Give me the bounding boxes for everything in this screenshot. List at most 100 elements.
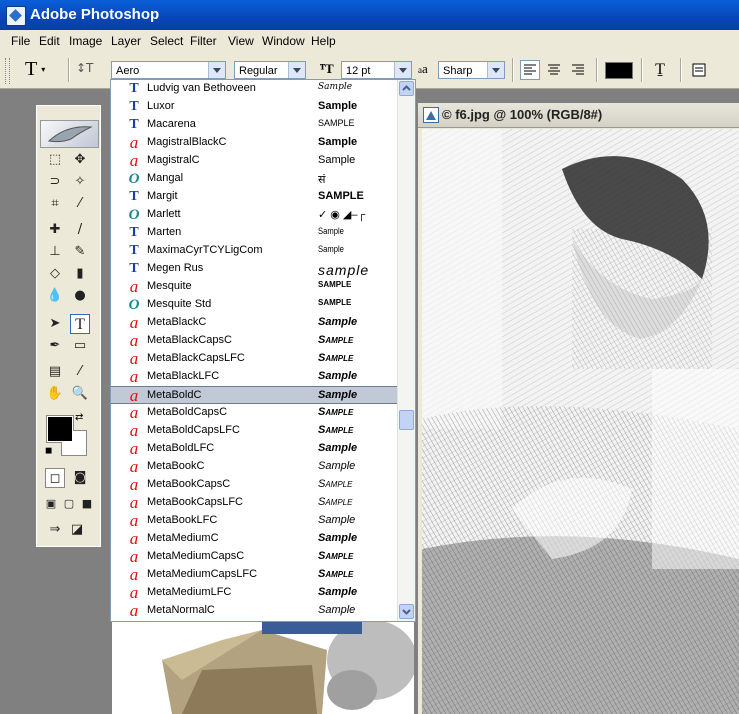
blur-tool-icon[interactable]: 💧: [45, 286, 65, 306]
chevron-down-icon[interactable]: [487, 62, 504, 78]
zoom-tool-icon[interactable]: 🔍: [70, 384, 90, 404]
standard-mode-icon[interactable]: ◻: [45, 468, 65, 488]
type-tool-preset-button[interactable]: T ▾: [25, 59, 45, 79]
menu-layer[interactable]: Layer: [111, 34, 141, 48]
swap-colors-icon[interactable]: ⇄: [75, 412, 83, 423]
antialias-select[interactable]: Sharp: [438, 61, 505, 79]
font-list-item[interactable]: a MagistralBlackC Sample: [111, 134, 397, 152]
font-list-item[interactable]: O Mangal सं: [111, 170, 397, 188]
font-family-select[interactable]: Aero: [111, 61, 226, 79]
scroll-up-button[interactable]: [399, 81, 414, 96]
imageready-icon[interactable]: ◪: [67, 520, 87, 540]
shape-tool-icon[interactable]: ▭: [70, 336, 90, 356]
stamp-tool-icon[interactable]: ⊥: [45, 242, 65, 262]
screen-mode-standard-icon[interactable]: ▣: [41, 494, 61, 514]
font-list-item[interactable]: a MetaNormalC Sample: [111, 602, 397, 620]
move-tool-icon[interactable]: ✥: [70, 150, 90, 170]
align-center-button[interactable]: [545, 61, 565, 81]
scroll-down-button[interactable]: [399, 604, 414, 619]
warp-text-button[interactable]: Ṯ: [650, 60, 670, 80]
font-list-item[interactable]: a MetaBlackC Sample: [111, 314, 397, 332]
scrollbar-thumb[interactable]: [399, 410, 414, 430]
font-list-item[interactable]: a MagistralC Sample: [111, 152, 397, 170]
font-list-item[interactable]: T Macarena SAMPLE: [111, 116, 397, 134]
font-list-item[interactable]: a MetaBookC Sample: [111, 458, 397, 476]
chevron-down-icon[interactable]: [288, 62, 305, 78]
quick-mask-mode-icon[interactable]: ◙: [70, 468, 90, 488]
font-list-item[interactable]: a MetaMediumLFC Sample: [111, 584, 397, 602]
pen-tool-icon[interactable]: ✒: [45, 336, 65, 356]
gradient-tool-icon[interactable]: ▮: [70, 264, 90, 284]
font-list-item[interactable]: T Ludvig van Bethoveen Sample: [111, 80, 397, 98]
options-bar-grip[interactable]: [5, 58, 10, 84]
vertical-scrollbar[interactable]: [397, 80, 415, 621]
text-color-swatch[interactable]: [605, 62, 633, 79]
menu-file[interactable]: File: [11, 34, 30, 48]
font-list-item[interactable]: a MetaBlackCapsC Sample: [111, 332, 397, 350]
menu-view[interactable]: View: [228, 34, 254, 48]
menu-select[interactable]: Select: [150, 34, 183, 48]
font-list-item[interactable]: T Luxor Sample: [111, 98, 397, 116]
font-list-item[interactable]: a MetaMediumCapsC Sample: [111, 548, 397, 566]
eraser-tool-icon[interactable]: ◇: [45, 264, 65, 284]
palettes-button[interactable]: [690, 61, 710, 81]
hand-tool-icon[interactable]: ✋: [45, 384, 65, 404]
screen-mode-menu-icon[interactable]: ▢: [59, 494, 79, 514]
menu-window[interactable]: Window: [262, 34, 305, 48]
slice-tool-icon[interactable]: ⁄: [70, 194, 90, 214]
dodge-tool-icon[interactable]: ●: [70, 286, 90, 306]
eyedropper-tool-icon[interactable]: ⁄: [70, 362, 90, 382]
font-list-item[interactable]: a MetaBookLFC Sample: [111, 512, 397, 530]
document-title-bar[interactable]: © f6.jpg @ 100% (RGB/8#): [418, 103, 739, 128]
document-canvas[interactable]: [422, 129, 739, 714]
menu-help[interactable]: Help: [311, 34, 336, 48]
photoshop-app-icon[interactable]: [6, 6, 26, 26]
text-orientation-icon[interactable]: ↕T: [76, 61, 96, 81]
brush-tool-icon[interactable]: /: [70, 220, 90, 240]
font-list-item[interactable]: a MetaBlackCapsLFC Sample: [111, 350, 397, 368]
lasso-tool-icon[interactable]: ⊃: [45, 172, 65, 192]
font-list-item[interactable]: a MetaBoldC Sample: [111, 386, 397, 404]
font-list-item[interactable]: a MetaMediumCapsLFC Sample: [111, 566, 397, 584]
path-selection-tool-icon[interactable]: ➤: [45, 314, 65, 334]
font-list-item[interactable]: a MetaBoldLFC Sample: [111, 440, 397, 458]
font-list-item[interactable]: T Margit SAMPLE: [111, 188, 397, 206]
history-brush-tool-icon[interactable]: ✎: [70, 242, 90, 262]
chevron-down-icon[interactable]: [394, 62, 411, 78]
menu-edit[interactable]: Edit: [39, 34, 60, 48]
opentype-font-icon: a: [129, 547, 139, 566]
jump-to-imageready-icon[interactable]: ⇒: [45, 520, 65, 540]
font-list-item[interactable]: O Marlett ✓ ◉ ◢–┌: [111, 206, 397, 224]
font-list-item[interactable]: a MetaBlackLFC Sample: [111, 368, 397, 386]
font-list-item[interactable]: T Marten Sample: [111, 224, 397, 242]
font-family-dropdown[interactable]: T Ludvig van Bethoveen Sample T Luxor Sample T…: [110, 79, 416, 622]
font-list-item[interactable]: T Megen Rus sample: [111, 260, 397, 278]
font-list-item[interactable]: a MetaBoldCapsC Sample: [111, 404, 397, 422]
menu-image[interactable]: Image: [69, 34, 102, 48]
chevron-down-icon[interactable]: [208, 62, 225, 78]
healing-brush-tool-icon[interactable]: ✚: [45, 220, 65, 240]
font-size-select[interactable]: 12 pt: [341, 61, 412, 79]
font-style-select[interactable]: Regular: [234, 61, 306, 79]
menu-filter[interactable]: Filter: [190, 34, 217, 48]
font-list-item[interactable]: a MetaMediumC Sample: [111, 530, 397, 548]
font-list-item[interactable]: T MaximaCyrTCYLigCom Sample: [111, 242, 397, 260]
notes-tool-icon[interactable]: ▤: [45, 362, 65, 382]
align-left-button[interactable]: [520, 60, 540, 80]
default-colors-icon[interactable]: ◼: [45, 446, 52, 456]
feather-logo[interactable]: [40, 120, 99, 148]
marquee-tool-icon[interactable]: ⬚: [45, 150, 65, 170]
font-list-item[interactable]: a MetaBookCapsC Sample: [111, 476, 397, 494]
font-sample: Sample: [318, 568, 354, 580]
font-list-item[interactable]: a Mesquite SAMPLE: [111, 278, 397, 296]
align-right-button[interactable]: [569, 61, 589, 81]
type-tool-icon[interactable]: T: [70, 314, 90, 334]
truetype-font-icon: T: [129, 117, 139, 132]
font-sample: Sample: [318, 460, 356, 472]
font-list-item[interactable]: a MetaBookCapsLFC Sample: [111, 494, 397, 512]
magic-wand-tool-icon[interactable]: ✧: [70, 172, 90, 192]
crop-tool-icon[interactable]: ⌗: [45, 194, 65, 214]
font-list-item[interactable]: a MetaBoldCapsLFC Sample: [111, 422, 397, 440]
font-list-item[interactable]: O Mesquite Std SAMPLE: [111, 296, 397, 314]
screen-mode-full-icon[interactable]: ■: [77, 494, 97, 514]
